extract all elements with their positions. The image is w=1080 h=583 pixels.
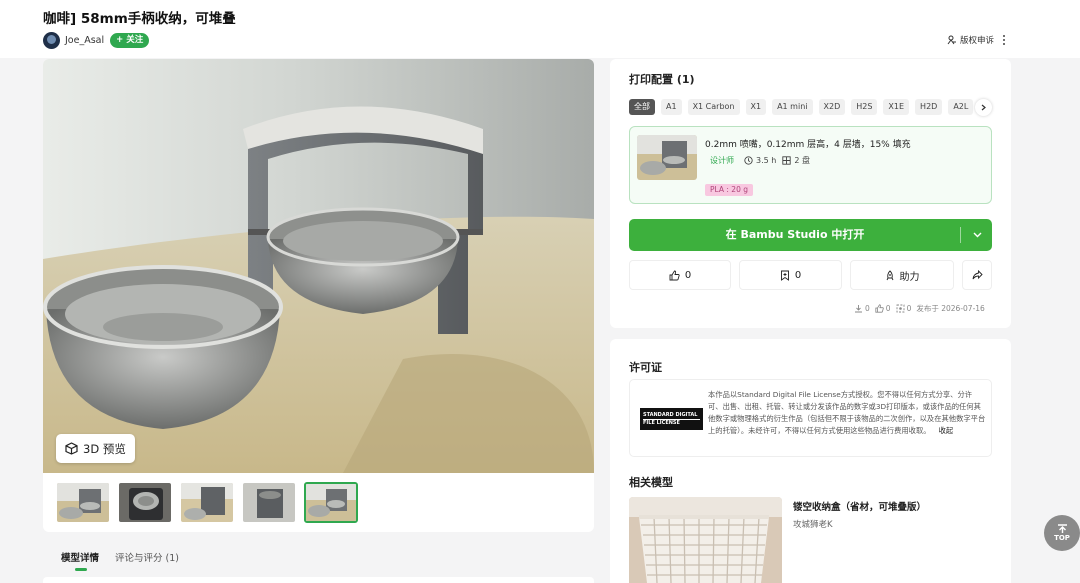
license-logo: STANDARD DIGITAL FILE LICENSE bbox=[640, 408, 703, 430]
active-tab-indicator bbox=[75, 568, 87, 571]
like-button[interactable]: 0 bbox=[629, 260, 731, 290]
model-title: 咖啡] 58mm手柄收纳，可堆叠 bbox=[43, 11, 236, 27]
license-title: 许可证 bbox=[629, 361, 662, 374]
thumbnail[interactable] bbox=[180, 482, 234, 523]
3d-preview-button[interactable]: 3D 预览 bbox=[56, 434, 135, 463]
follow-button[interactable]: + 关注 bbox=[110, 32, 150, 48]
collect-button[interactable]: 0 bbox=[739, 260, 842, 290]
details-content-top bbox=[43, 577, 594, 583]
plate-icon bbox=[782, 156, 791, 165]
like-count: 0 bbox=[875, 304, 891, 313]
thumbnail[interactable] bbox=[242, 482, 296, 523]
printer-filter-chip[interactable]: X2D bbox=[818, 99, 846, 115]
thumbnail[interactable] bbox=[118, 482, 172, 523]
author-name[interactable]: Joe_Asal bbox=[65, 35, 104, 46]
back-to-top-label: TOP bbox=[1054, 534, 1070, 542]
report-icon bbox=[947, 35, 956, 45]
detail-tabs: 模型详情 评论与评分 (1) bbox=[43, 540, 594, 583]
printer-filter-chip[interactable]: A2L bbox=[948, 99, 974, 115]
button-divider bbox=[960, 227, 961, 243]
action-buttons: 0 0 助力 bbox=[629, 260, 992, 290]
related-model-image[interactable] bbox=[629, 497, 782, 583]
collapse-link[interactable]: 收起 bbox=[939, 426, 954, 435]
related-model-author[interactable]: 攻城狮老K bbox=[793, 518, 833, 530]
license-text: 本作品以Standard Digital File License方式授权。您不… bbox=[708, 390, 986, 435]
print-profile-card[interactable]: 0.2mm 喷嘴，0.12mm 层高，4 层墙，15% 填充 设计师 3.5 h… bbox=[629, 126, 992, 204]
chevron-right-icon[interactable] bbox=[975, 99, 992, 116]
thumbnail[interactable] bbox=[56, 482, 110, 523]
plate-count: 2 盘 bbox=[782, 155, 810, 166]
printer-icon bbox=[896, 304, 905, 313]
bookmark-add-icon bbox=[780, 270, 789, 281]
open-in-bambu-studio-button[interactable]: 在 Bambu Studio 中打开 bbox=[629, 219, 992, 251]
thumbnail-strip bbox=[56, 482, 366, 523]
thumbs-up-icon bbox=[669, 270, 680, 280]
arrow-up-icon bbox=[1057, 524, 1067, 533]
cube-icon bbox=[65, 442, 78, 455]
chevron-down-icon[interactable] bbox=[962, 219, 992, 251]
related-models-title: 相关模型 bbox=[629, 476, 673, 489]
clock-icon bbox=[744, 156, 753, 165]
3d-preview-label: 3D 预览 bbox=[83, 441, 126, 456]
open-in-studio-label: 在 Bambu Studio 中打开 bbox=[725, 228, 865, 241]
printer-filter-chips: 全部 A1 X1 Carbon X1 A1 mini X2D H2S X1E H… bbox=[629, 99, 979, 115]
profile-thumbnail bbox=[637, 135, 697, 180]
profile-description: 0.2mm 喷嘴，0.12mm 层高，4 层墙，15% 填充 bbox=[705, 140, 911, 150]
profile-meta: 设计师 3.5 h 2 盘 bbox=[710, 155, 816, 166]
related-model-name[interactable]: 镂空收纳盒（省材，可堆叠版） bbox=[793, 499, 926, 513]
download-icon bbox=[855, 305, 862, 313]
tab-reviews[interactable]: 评论与评分 (1) bbox=[115, 550, 179, 564]
printer-filter-chip[interactable]: X1 bbox=[745, 99, 767, 115]
print-count: 0 bbox=[896, 304, 911, 313]
stats-row: 0 0 0 发布于 2026-07-16 bbox=[854, 303, 985, 314]
material-tag: PLA : 20 g bbox=[705, 184, 753, 196]
model-header: 咖啡] 58mm手柄收纳，可堆叠 Joe_Asal + 关注 版权申诉 bbox=[0, 0, 1080, 58]
license-card: STANDARD DIGITAL FILE LICENSE 本作品以Standa… bbox=[629, 379, 992, 457]
printer-filter-chip[interactable]: X1E bbox=[883, 99, 910, 115]
share-button[interactable] bbox=[962, 260, 992, 290]
download-count: 0 bbox=[854, 304, 870, 313]
report-link[interactable]: 版权申诉 bbox=[947, 34, 994, 46]
printer-filter-chip[interactable]: H2D bbox=[915, 99, 943, 115]
printer-filter-chip[interactable]: X1 Carbon bbox=[687, 99, 740, 115]
author-row: Joe_Asal + 关注 bbox=[43, 31, 150, 49]
thumbnail-active[interactable] bbox=[304, 482, 358, 523]
boost-button[interactable]: 助力 bbox=[850, 260, 954, 290]
gallery-panel: 3D 预览 bbox=[43, 59, 594, 532]
print-profile-title: 打印配置 (1) bbox=[629, 73, 695, 86]
report-label: 版权申诉 bbox=[960, 36, 995, 46]
printer-filter-chip[interactable]: A1 mini bbox=[772, 99, 813, 115]
back-to-top-button[interactable]: TOP bbox=[1044, 515, 1080, 551]
license-panel: 许可证 STANDARD DIGITAL FILE LICENSE 本作品以St… bbox=[610, 339, 1011, 583]
share-icon bbox=[972, 270, 983, 280]
designer-badge: 设计师 bbox=[710, 156, 734, 165]
rocket-icon bbox=[886, 269, 893, 280]
publish-date: 发布于 2026-07-16 bbox=[916, 304, 985, 313]
printer-filter-chip[interactable]: 全部 bbox=[629, 99, 655, 115]
print-profile-panel: 打印配置 (1) 全部 A1 X1 Carbon X1 A1 mini X2D … bbox=[610, 59, 1011, 328]
tab-model-details[interactable]: 模型详情 bbox=[61, 550, 99, 564]
printer-filter-chip[interactable]: H2S bbox=[851, 99, 878, 115]
model-photo[interactable] bbox=[43, 59, 594, 473]
thumbs-up-icon bbox=[875, 304, 884, 313]
print-time: 3.5 h bbox=[744, 156, 776, 165]
author-avatar[interactable] bbox=[43, 31, 60, 49]
printer-filter-chip[interactable]: A1 bbox=[661, 99, 682, 115]
more-options-icon[interactable] bbox=[999, 33, 1009, 47]
